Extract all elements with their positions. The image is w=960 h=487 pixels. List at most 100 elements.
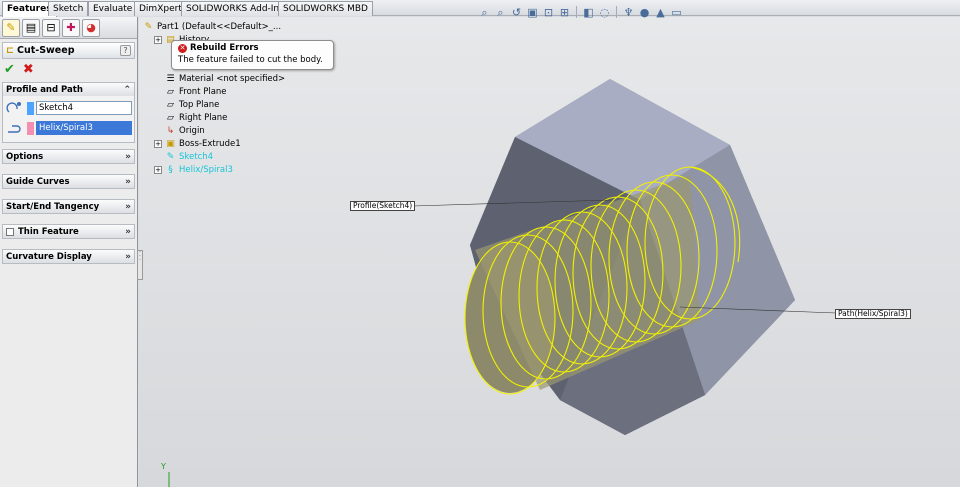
tree-material-label: Material <not specified> — [179, 73, 286, 84]
sketch-icon: ✎ — [166, 151, 175, 162]
confirm-row: ✔ ✖ — [0, 59, 137, 79]
plane-icon: ▱ — [167, 86, 174, 97]
property-manager-tab-icon[interactable]: ▤ — [22, 18, 40, 37]
view-orientation-icon[interactable]: ⊞ — [558, 6, 571, 19]
tab-addins[interactable]: SOLIDWORKS Add-Ins — [181, 1, 289, 16]
tree-part[interactable]: ✎ Part1 (Default<<Default>_... — [143, 20, 281, 33]
tree-front-plane[interactable]: ▱ Front Plane — [165, 85, 227, 98]
rebuild-error-tooltip: ✕ Rebuild Errors The feature failed to c… — [171, 40, 334, 70]
expand-icon[interactable]: » — [125, 227, 131, 237]
tree-top-plane-label: Top Plane — [179, 99, 220, 110]
group-header[interactable]: Thin Feature » — [3, 225, 134, 238]
path-icon — [5, 120, 25, 136]
expand-icon[interactable]: + — [154, 165, 162, 174]
group-title: Curvature Display — [6, 251, 92, 262]
manager-tabs: ✎ ▤ ⊟ ✚ ◕ — [0, 17, 137, 39]
expand-icon[interactable]: + — [154, 139, 162, 148]
edit-appearance-icon[interactable]: ♆ — [622, 6, 635, 19]
path-callout[interactable]: Path(Helix/Spiral3) — [835, 309, 911, 319]
previous-view-icon[interactable]: ↺ — [510, 6, 523, 19]
group-title: Options — [6, 151, 44, 162]
dynamic-annotation-icon[interactable]: ⊡ — [542, 6, 555, 19]
group-header[interactable]: Options » — [3, 150, 134, 163]
tree-origin-label: Origin — [179, 125, 205, 136]
expand-icon[interactable]: » — [125, 252, 131, 262]
property-manager-title-bar: ⊏ Cut-Sweep ? — [2, 42, 135, 59]
thin-feature-checkbox[interactable] — [6, 227, 14, 236]
profile-callout[interactable]: Profile(Sketch4) — [350, 201, 416, 211]
tree-origin[interactable]: ↳ Origin — [165, 124, 205, 137]
expand-icon[interactable]: » — [125, 177, 131, 187]
plane-icon: ▱ — [167, 112, 174, 123]
path-row: Helix/Spiral3 — [5, 118, 132, 138]
path-color-swatch — [27, 121, 34, 135]
ok-button[interactable]: ✔ — [4, 62, 15, 77]
collapse-icon[interactable]: ⌃ — [123, 85, 131, 95]
origin-icon: ↳ — [166, 125, 175, 136]
tab-evaluate[interactable]: Evaluate — [88, 1, 138, 16]
tab-sketch[interactable]: Sketch — [48, 1, 89, 16]
profile-icon — [5, 100, 25, 116]
thin-feature-group: Thin Feature » — [2, 224, 135, 239]
path-selection-field[interactable]: Helix/Spiral3 — [36, 121, 132, 135]
graphics-area[interactable] — [139, 17, 960, 487]
monitor-icon[interactable]: ▭ — [670, 6, 683, 19]
tree-sketch[interactable]: ✎ Sketch4 — [165, 150, 213, 163]
group-title: Start/End Tangency — [6, 201, 100, 212]
view-settings-icon[interactable]: ▲ — [654, 6, 667, 19]
triad-y-label: Y — [161, 462, 166, 471]
profile-and-path-group: Profile and Path ⌃ Sketch4 Helix/Spiral3 — [2, 82, 135, 143]
group-title: Profile and Path — [6, 84, 83, 95]
group-header[interactable]: Start/End Tangency » — [3, 200, 134, 213]
part-icon: ✎ — [144, 21, 153, 32]
tree-boss-extrude[interactable]: + ▣ Boss-Extrude1 — [154, 137, 241, 150]
toolbar-separator — [616, 6, 617, 18]
section-view-icon[interactable]: ▣ — [526, 6, 539, 19]
cut-sweep-icon: ⊏ — [6, 45, 14, 56]
error-icon: ✕ — [178, 43, 187, 53]
tree-top-plane[interactable]: ▱ Top Plane — [165, 98, 219, 111]
profile-selection-field[interactable]: Sketch4 — [36, 101, 132, 115]
display-manager-tab-icon[interactable]: ◕ — [82, 18, 100, 37]
zoom-to-fit-icon[interactable]: ⌕ — [478, 6, 491, 19]
tree-right-plane-label: Right Plane — [179, 112, 228, 123]
expand-icon[interactable]: » — [125, 152, 131, 162]
dimxpert-manager-tab-icon[interactable]: ✚ — [62, 18, 80, 37]
group-header[interactable]: Guide Curves » — [3, 175, 134, 188]
group-title: Guide Curves — [6, 176, 70, 187]
tree-front-plane-label: Front Plane — [179, 86, 227, 97]
tab-dimxpert[interactable]: DimXpert — [134, 1, 187, 16]
heads-up-toolbar: ⌕ ⌕ ↺ ▣ ⊡ ⊞ ◧ ◌ ♆ ● ▲ ▭ — [478, 3, 683, 21]
expand-icon[interactable]: + — [154, 35, 162, 44]
tree-part-label: Part1 (Default<<Default>_... — [157, 21, 282, 32]
group-header[interactable]: Profile and Path ⌃ — [3, 83, 134, 96]
profile-color-swatch — [27, 101, 34, 115]
group-title: Thin Feature — [18, 226, 79, 237]
display-style-icon[interactable]: ◧ — [582, 6, 595, 19]
tab-mbd[interactable]: SOLIDWORKS MBD — [278, 1, 373, 16]
extrude-icon: ▣ — [166, 138, 175, 149]
cancel-button[interactable]: ✖ — [23, 62, 34, 77]
material-icon: ☰ — [166, 73, 175, 84]
model-view — [168, 79, 837, 487]
hide-show-items-icon[interactable]: ◌ — [598, 6, 611, 19]
plane-icon: ▱ — [167, 99, 174, 110]
help-button[interactable]: ? — [120, 45, 131, 56]
configuration-manager-tab-icon[interactable]: ⊟ — [42, 18, 60, 37]
tree-material[interactable]: ☰ Material <not specified> — [165, 72, 285, 85]
expand-icon[interactable]: » — [125, 202, 131, 212]
tree-boss-extrude-label: Boss-Extrude1 — [179, 138, 241, 149]
apply-scene-icon[interactable]: ● — [638, 6, 651, 19]
property-manager-title: Cut-Sweep — [16, 45, 75, 56]
feature-manager-tab-icon[interactable]: ✎ — [2, 18, 20, 37]
zoom-to-area-icon[interactable]: ⌕ — [494, 6, 507, 19]
tree-helix[interactable]: + § Helix/Spiral3 — [154, 163, 233, 176]
start-end-tangency-group: Start/End Tangency » — [2, 199, 135, 214]
panel-resize-handle[interactable]: · · · — [137, 250, 143, 280]
group-header[interactable]: Curvature Display » — [3, 250, 134, 263]
guide-curves-group: Guide Curves » — [2, 174, 135, 189]
tree-helix-label: Helix/Spiral3 — [179, 164, 233, 175]
helix-icon: § — [168, 164, 173, 175]
tooltip-message: The feature failed to cut the body. — [178, 55, 323, 65]
tree-right-plane[interactable]: ▱ Right Plane — [165, 111, 227, 124]
